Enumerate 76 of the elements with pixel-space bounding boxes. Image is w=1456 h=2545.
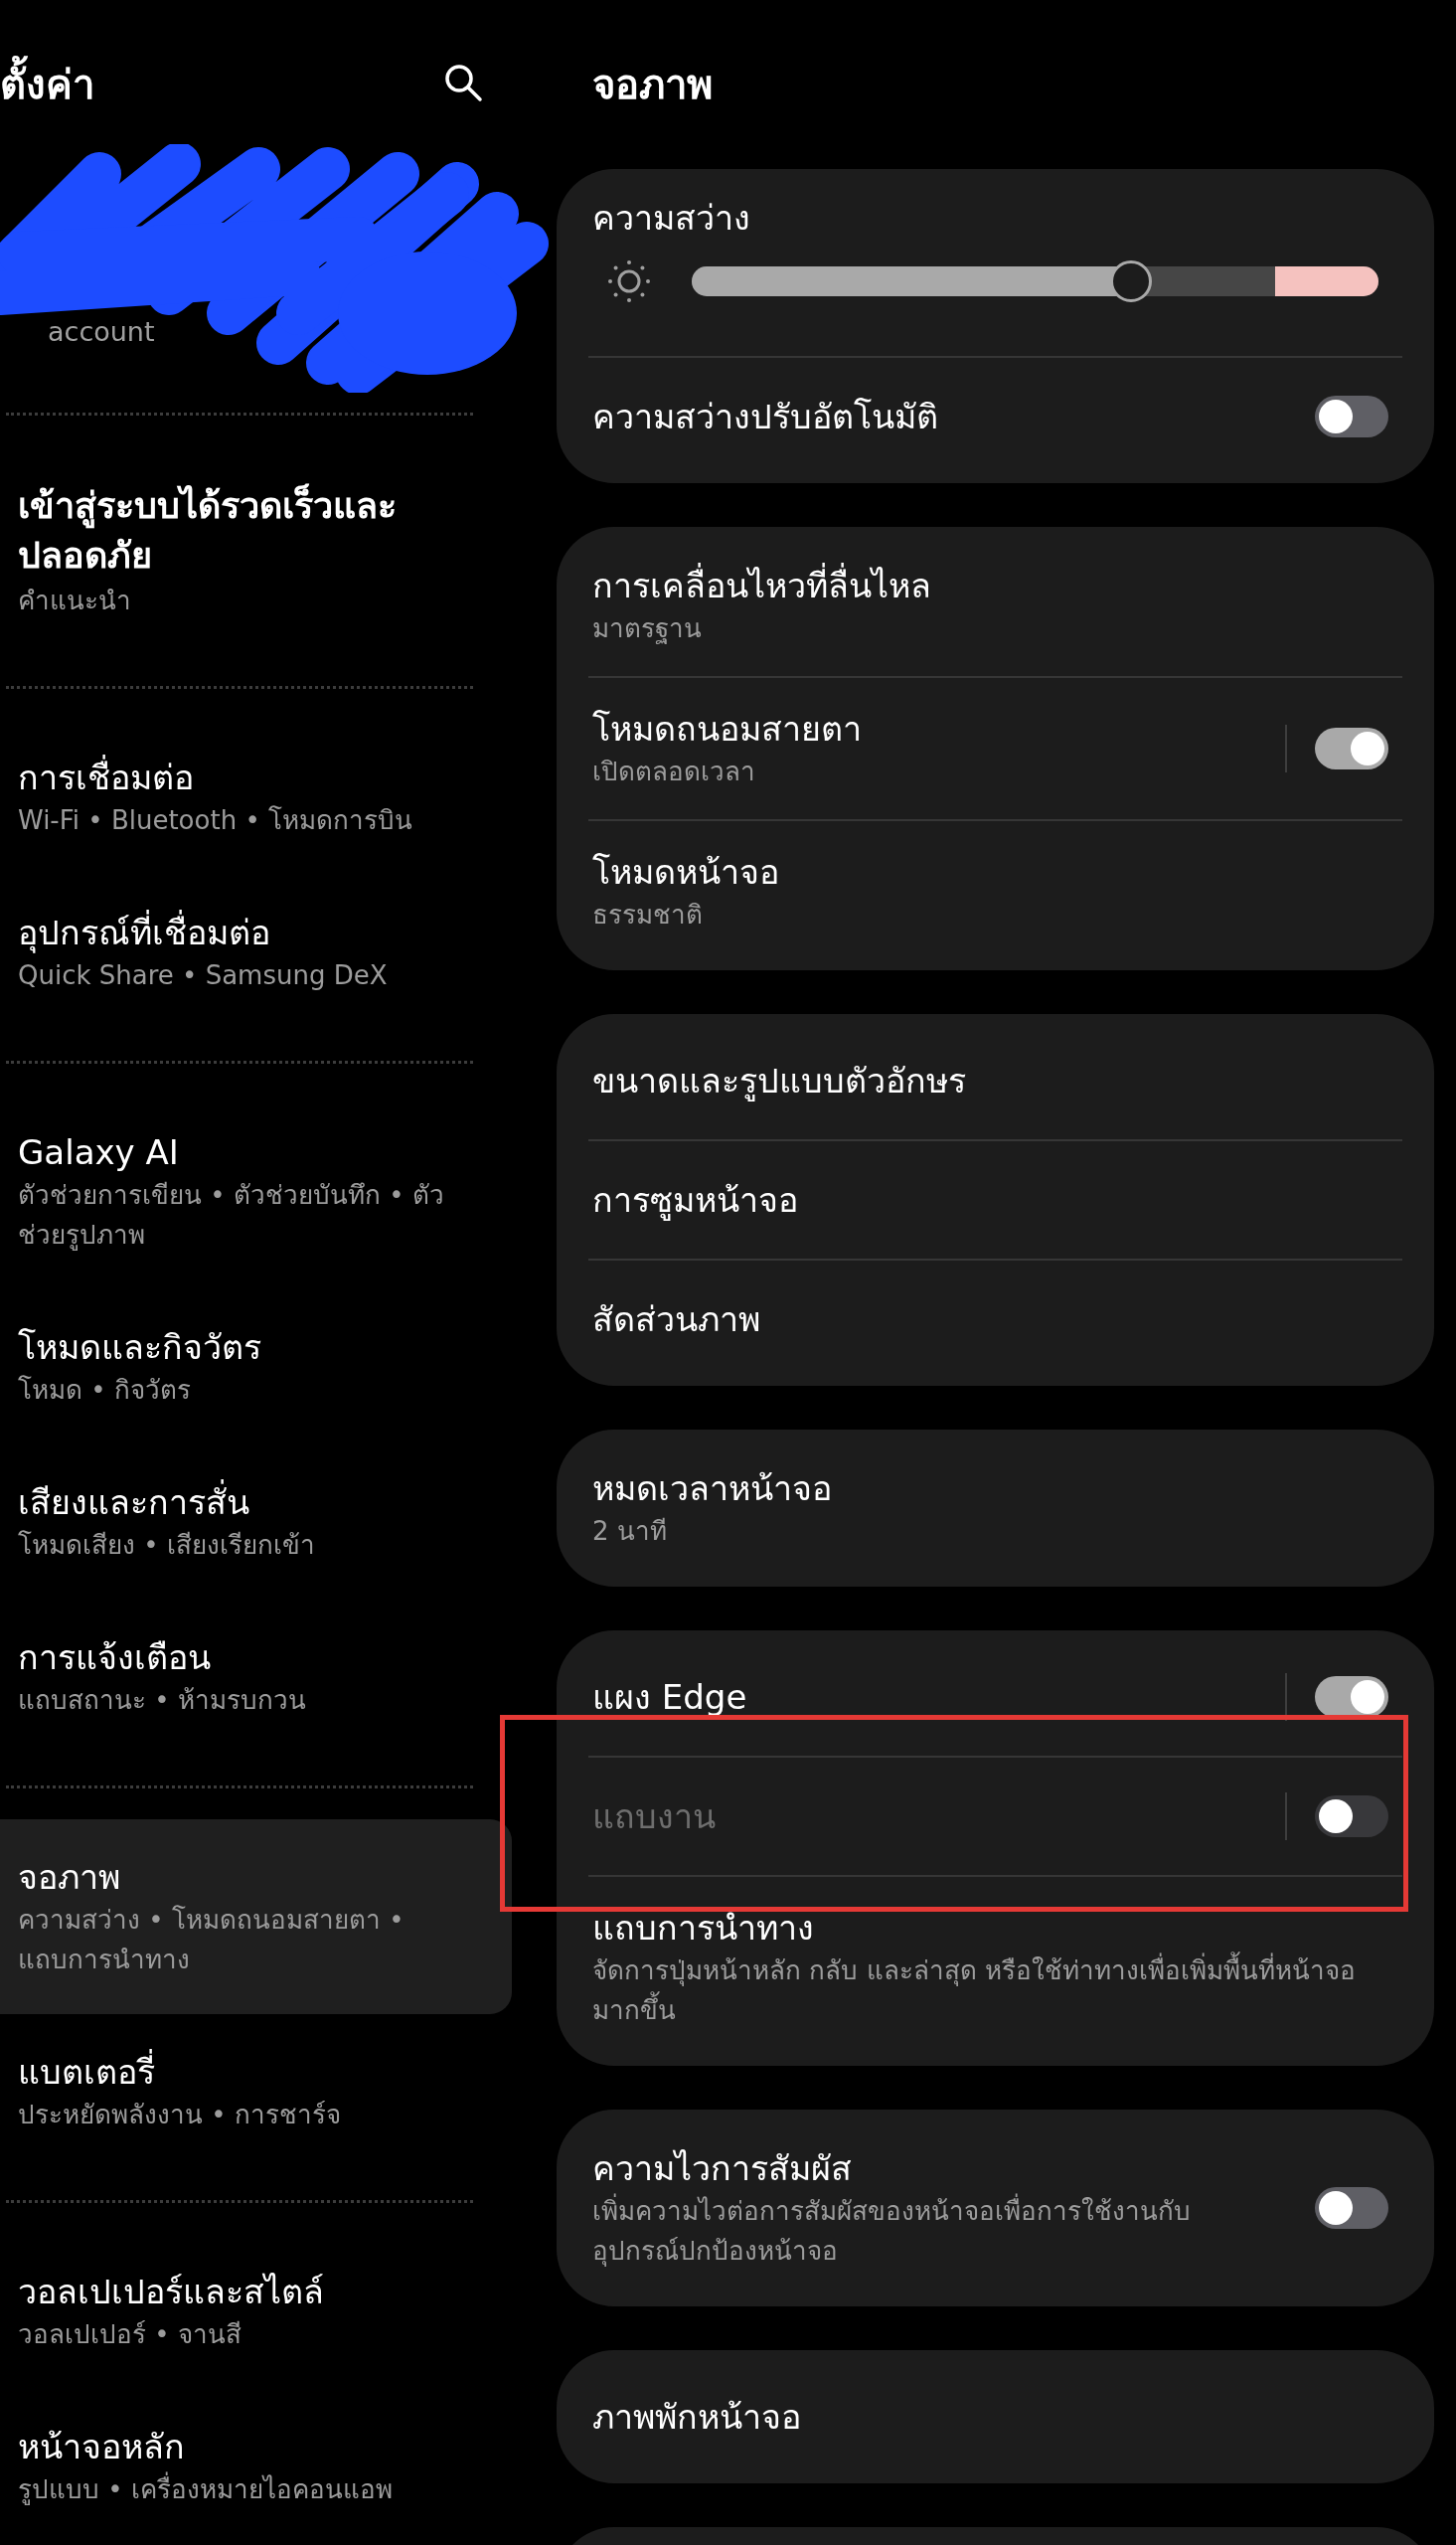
- settings-row[interactable]: ภาพพักหน้าจอ: [557, 2358, 1434, 2475]
- sidebar-item[interactable]: Galaxy AI ตัวช่วยการเขียน • ตัวช่วยบันทึก • ตัวช่วยรูปภาพ: [0, 1095, 512, 1289]
- row-title: สัดส่วนภาพ: [592, 1298, 761, 1341]
- item-title: การเชื่อมต่อ: [18, 755, 495, 800]
- item-subtitle: โหมด • กิจวัตร: [18, 1374, 192, 1407]
- sidebar-item[interactable]: การแจ้งเตือน แถบสถานะ • ห้ามรบกวน: [0, 1600, 512, 1755]
- item-subtitle: ตัวช่วยการเขียน • ตัวช่วยบันทึก • ตัวช่วยรูปภาพ: [18, 1179, 445, 1253]
- item-title: เข้าสู่ระบบได้รวดเร็วและปลอดภัย: [18, 482, 398, 578]
- row-title: ความไวการสัมผัส: [592, 2147, 853, 2190]
- item-title: อุปกรณ์ที่เชื่อมต่อ: [18, 910, 495, 955]
- brightness-icon: [606, 258, 652, 304]
- row-title: แถบการนำทาง: [592, 1907, 815, 1950]
- sidebar-item[interactable]: แบตเตอรี่ ประหยัดพลังงาน • การชาร์จ: [0, 2014, 512, 2169]
- row-title: โหมดหน้าจอ: [592, 851, 780, 894]
- toggle-switch[interactable]: [1315, 1676, 1388, 1718]
- row-subtitle: เพิ่มความไวต่อการสัมผัสของหน้าจอเพื่อการใช้งานกับอุปกรณ์ปกป้องหน้าจอ: [592, 2191, 1209, 2271]
- toggle-switch[interactable]: [1315, 2187, 1388, 2229]
- settings-row[interactable]: โหมดถนอมสายตา เปิดตลอดเวลา: [557, 678, 1434, 819]
- sidebar-item[interactable]: การเชื่อมต่อ Wi-Fi • Bluetooth • โหมดการบิน: [0, 720, 512, 875]
- row-title: ความสว่าง: [592, 197, 750, 240]
- row-subtitle: 2 นาที: [592, 1515, 668, 1548]
- item-subtitle: ประหยัดพลังงาน • การชาร์จ: [18, 2099, 342, 2131]
- item-title: เสียงและการสั่น: [18, 1479, 495, 1525]
- settings-row[interactable]: ความไวการสัมผัส เพิ่มความไวต่อการสัมผัสของหน้าจอเพื่อการใช้งานกับอุปกรณ์ปกป้องหน้าจอ: [557, 2118, 1434, 2298]
- settings-row[interactable]: โหมดหน้าจอ ธรรมชาติ: [557, 821, 1434, 962]
- row-subtitle: เปิดตลอดเวลา: [592, 756, 756, 788]
- settings-row[interactable]: ความสว่างปรับอัตโนมัติ: [557, 358, 1434, 475]
- item-subtitle: โหมดเสียง • เสียงเรียกเข้า: [18, 1529, 316, 1562]
- settings-row[interactable]: การซูมหน้าจอ: [557, 1141, 1434, 1259]
- sidebar-item[interactable]: หน้าจอหลัก รูปแบบ • เครื่องหมายไอคอนแอพ: [0, 2389, 512, 2544]
- row-title: หมดเวลาหน้าจอ: [592, 1467, 833, 1510]
- item-title: การแจ้งเตือน: [18, 1636, 212, 1679]
- item-subtitle: Quick Share • Samsung DeX: [18, 959, 389, 992]
- row-title: ภาพพักหน้าจอ: [592, 2396, 802, 2439]
- item-title: โหมดและกิจวัตร: [18, 1326, 262, 1369]
- row-title: แถบงาน: [592, 1795, 717, 1838]
- account-subtitle: account: [47, 316, 155, 347]
- settings-row[interactable]: ขนาดและรูปแบบตัวอักษร: [557, 1022, 1434, 1139]
- item-subtitle: Wi-Fi • Bluetooth • โหมดการบิน: [18, 804, 413, 837]
- item-title: แบตเตอรี่: [18, 2049, 495, 2095]
- row-title: ความสว่างปรับอัตโนมัติ: [592, 396, 939, 438]
- row-title: โหมดถนอมสายตา: [592, 708, 863, 751]
- item-subtitle: ความสว่าง • โหมดถนอมสายตา • แถบการนำทาง: [18, 1904, 405, 1976]
- settings-row[interactable]: แผง Edge: [557, 1638, 1434, 1756]
- settings-row[interactable]: สัดส่วนภาพ: [557, 1261, 1434, 1378]
- item-subtitle: คำแนะนำ: [18, 585, 132, 617]
- slider-thumb[interactable]: [1110, 260, 1153, 302]
- row-title: การซูมหน้าจอ: [592, 1179, 799, 1223]
- sidebar-item[interactable]: เสียงและการสั่น โหมดเสียง • เสียงเรียกเข้า: [0, 1444, 512, 1600]
- sidebar-item[interactable]: วอลเปเปอร์และสไตล์ วอลเปเปอร์ • จานสี: [0, 2234, 512, 2389]
- item-subtitle: รูปแบบ • เครื่องหมายไอคอนแอพ: [18, 2469, 455, 2509]
- sidebar-item[interactable]: โหมดและกิจวัตร โหมด • กิจวัตร: [0, 1289, 512, 1444]
- item-title: จอภาพ: [18, 1856, 121, 1899]
- item-title: Galaxy AI: [18, 1131, 180, 1174]
- brightness-slider[interactable]: [692, 260, 1378, 302]
- row-subtitle: มาตรฐาน: [592, 612, 703, 646]
- item-subtitle: วอลเปเปอร์ • จานสี: [18, 2318, 243, 2351]
- sidebar-item[interactable]: เข้าสู่ระบบได้รวดเร็วและปลอดภัย คำแนะนำ: [0, 446, 512, 655]
- sidebar-item[interactable]: อุปกรณ์ที่เชื่อมต่อ Quick Share • Samsung DeX: [0, 875, 512, 1030]
- row-title: ขนาดและรูปแบบตัวอักษร: [592, 1060, 967, 1103]
- page-title: จอภาพ: [591, 61, 713, 109]
- settings-row[interactable]: หมดเวลาหน้าจอ 2 นาที: [557, 1438, 1434, 1579]
- search-icon: [443, 63, 483, 102]
- item-subtitle: แถบสถานะ • ห้ามรบกวน: [18, 1684, 307, 1717]
- row-title: แผง Edge: [592, 1676, 748, 1719]
- row-subtitle: จัดการปุ่มหน้าหลัก กลับ และล่าสุด หรือใช้ท่าทางเพื่อเพิ่มพื้นที่หน้าจอมากขึ้น: [592, 1951, 1387, 2030]
- item-title: หน้าจอหลัก: [18, 2426, 186, 2468]
- toggle-switch[interactable]: [1315, 396, 1388, 437]
- toggle-switch[interactable]: [1315, 728, 1388, 769]
- settings-title: ตั้งค่า: [0, 53, 94, 116]
- sidebar-item[interactable]: จอภาพ ความสว่าง • โหมดถนอมสายตา • แถบการนำทาง: [0, 1819, 512, 2014]
- item-title: วอลเปเปอร์และสไตล์: [18, 2271, 325, 2313]
- settings-row[interactable]: การเคลื่อนไหวที่ลื่นไหล มาตรฐาน: [557, 535, 1434, 676]
- row-subtitle: ธรรมชาติ: [592, 899, 704, 932]
- settings-row[interactable]: แถบการนำทาง จัดการปุ่มหน้าหลัก กลับ และล่าสุด หรือใช้ท่าทางเพื่อเพิ่มพื้นที่หน้าจอมากขึ้น: [557, 1877, 1434, 2058]
- row-title: การเคลื่อนไหวที่ลื่นไหล: [592, 563, 1388, 608]
